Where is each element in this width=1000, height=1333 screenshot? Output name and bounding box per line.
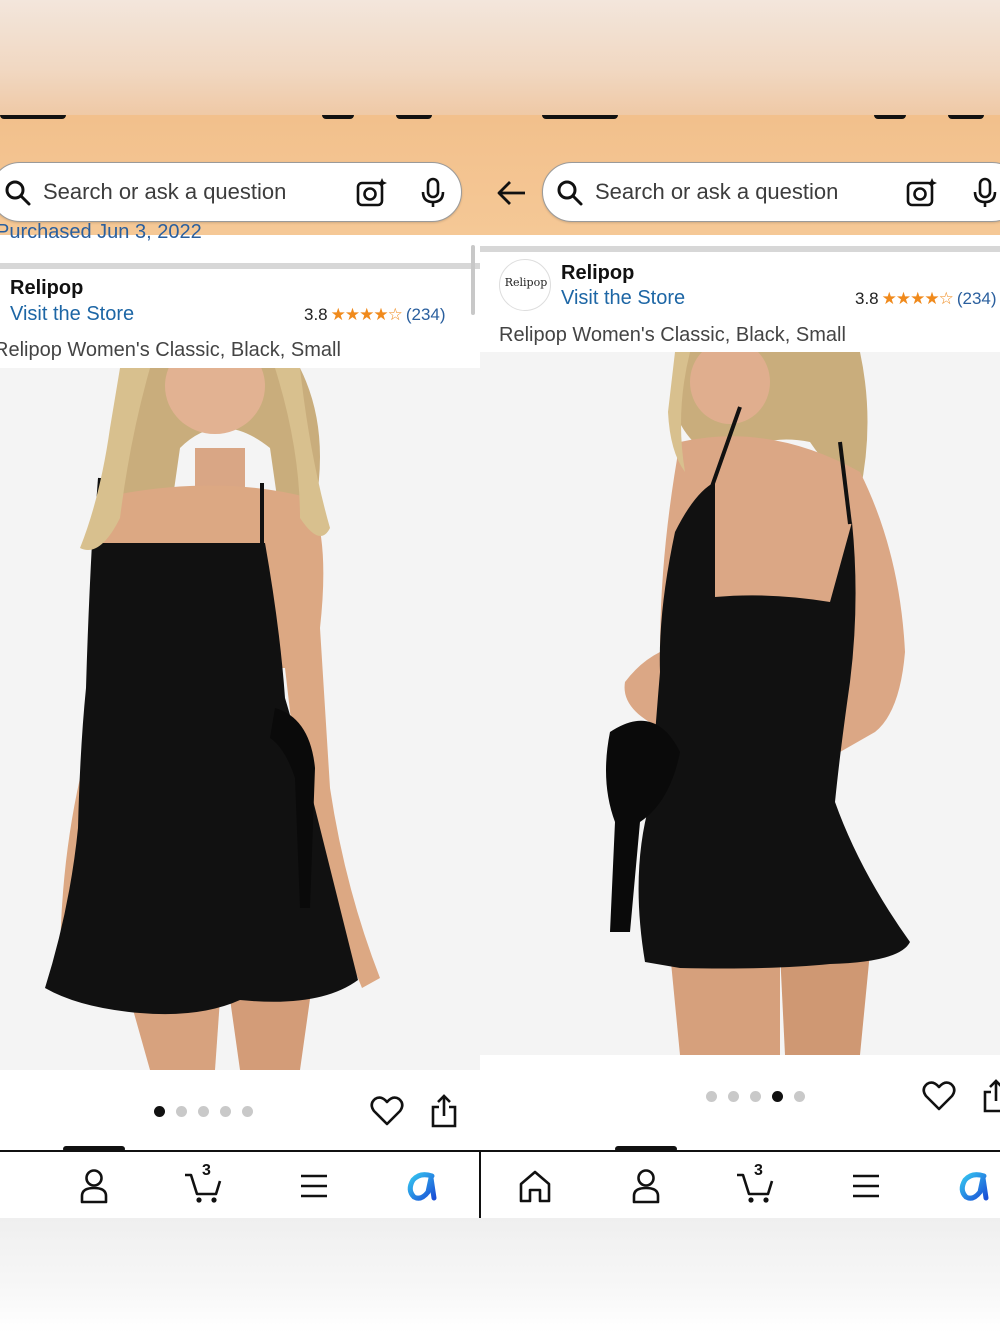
brand-logo-text: Relipop — [504, 276, 548, 289]
heart-icon[interactable] — [922, 1080, 956, 1112]
rating-summary[interactable]: 3.8 ★★★★☆ (234) — [304, 305, 446, 325]
brand-name: Relipop — [10, 277, 84, 299]
image-pagination-dots[interactable] — [706, 1091, 805, 1102]
cart-tab[interactable]: 3 — [182, 1162, 226, 1206]
status-bar-time-fragment — [542, 115, 618, 119]
pagination-dot[interactable] — [242, 1106, 253, 1117]
purchased-date: Purchased Jun 3, 2022 — [0, 221, 202, 243]
active-tab-indicator — [615, 1146, 677, 1152]
share-icon[interactable] — [430, 1093, 458, 1129]
review-count: (234) — [956, 289, 997, 308]
search-input[interactable]: Search or ask a question — [43, 179, 286, 205]
review-count: (234) — [405, 305, 446, 324]
screenshot-bottom-background — [0, 1218, 1000, 1333]
right-screen: Search or ask a question Relipop Relipop… — [480, 115, 1000, 1218]
pagination-dot[interactable] — [772, 1091, 783, 1102]
search-bar[interactable]: Search or ask a question — [542, 162, 1000, 222]
search-icon — [5, 180, 31, 206]
product-variant: Relipop Women's Classic, Black, Small — [499, 324, 846, 346]
left-screen: Search or ask a question Purchased Jun 3… — [0, 115, 480, 1218]
brand-name: Relipop — [561, 262, 635, 284]
screenshot-top-background — [0, 0, 1000, 115]
bottom-tab-bar: 3 — [480, 1146, 1000, 1218]
visit-store-link[interactable]: Visit the Store — [10, 303, 134, 326]
mic-icon[interactable] — [419, 177, 447, 209]
menu-icon[interactable] — [844, 1166, 888, 1206]
account-icon[interactable] — [624, 1166, 668, 1206]
menu-icon[interactable] — [292, 1166, 336, 1206]
status-bar-time-fragment — [0, 115, 66, 119]
pagination-dot[interactable] — [728, 1091, 739, 1102]
image-pagination-dots[interactable] — [154, 1106, 253, 1117]
pagination-dot[interactable] — [706, 1091, 717, 1102]
home-icon[interactable] — [513, 1166, 557, 1206]
pagination-dot[interactable] — [176, 1106, 187, 1117]
camera-icon[interactable] — [355, 176, 389, 210]
pagination-dot[interactable] — [750, 1091, 761, 1102]
assistant-icon[interactable] — [954, 1166, 998, 1206]
product-variant: Relipop Women's Classic, Black, Small — [0, 339, 341, 361]
bottom-tab-bar: 3 — [0, 1146, 480, 1218]
scrollbar[interactable] — [471, 245, 475, 315]
status-bar-battery-fragment — [396, 115, 432, 119]
mic-icon[interactable] — [971, 177, 999, 209]
pagination-dot[interactable] — [794, 1091, 805, 1102]
status-bar-battery-fragment — [948, 115, 984, 119]
visit-store-link[interactable]: Visit the Store — [561, 287, 685, 310]
assistant-icon[interactable] — [402, 1166, 446, 1206]
back-arrow-icon[interactable] — [496, 179, 528, 207]
active-tab-indicator — [63, 1146, 125, 1152]
camera-icon[interactable] — [905, 176, 939, 210]
product-image-back[interactable] — [480, 352, 1000, 1055]
pagination-dot[interactable] — [198, 1106, 209, 1117]
rating-value: 3.8 — [304, 305, 328, 324]
cart-count-badge: 3 — [202, 1162, 211, 1179]
status-bar-signal-fragment — [322, 115, 354, 119]
pagination-dot[interactable] — [154, 1106, 165, 1117]
star-rating-icon: ★★★★☆ — [330, 305, 403, 324]
cart-count-badge: 3 — [754, 1162, 763, 1179]
screen-divider — [479, 1150, 481, 1218]
search-input[interactable]: Search or ask a question — [595, 179, 838, 205]
product-image-front[interactable] — [0, 368, 480, 1070]
header-bar: Search or ask a question — [480, 115, 1000, 235]
heart-icon[interactable] — [370, 1095, 404, 1127]
rating-value: 3.8 — [855, 289, 879, 308]
header-bar: Search or ask a question — [0, 115, 480, 235]
status-bar-signal-fragment — [874, 115, 906, 119]
search-bar[interactable]: Search or ask a question — [0, 162, 462, 222]
pagination-dot[interactable] — [220, 1106, 231, 1117]
rating-summary[interactable]: 3.8 ★★★★☆ (234) — [855, 289, 997, 309]
account-icon[interactable] — [72, 1166, 116, 1206]
section-divider — [480, 246, 1000, 252]
section-divider — [0, 263, 480, 269]
cart-tab[interactable]: 3 — [734, 1162, 778, 1206]
share-icon[interactable] — [982, 1078, 1000, 1114]
brand-logo[interactable]: Relipop — [499, 259, 551, 311]
search-icon — [557, 180, 583, 206]
star-rating-icon: ★★★★☆ — [881, 289, 954, 308]
